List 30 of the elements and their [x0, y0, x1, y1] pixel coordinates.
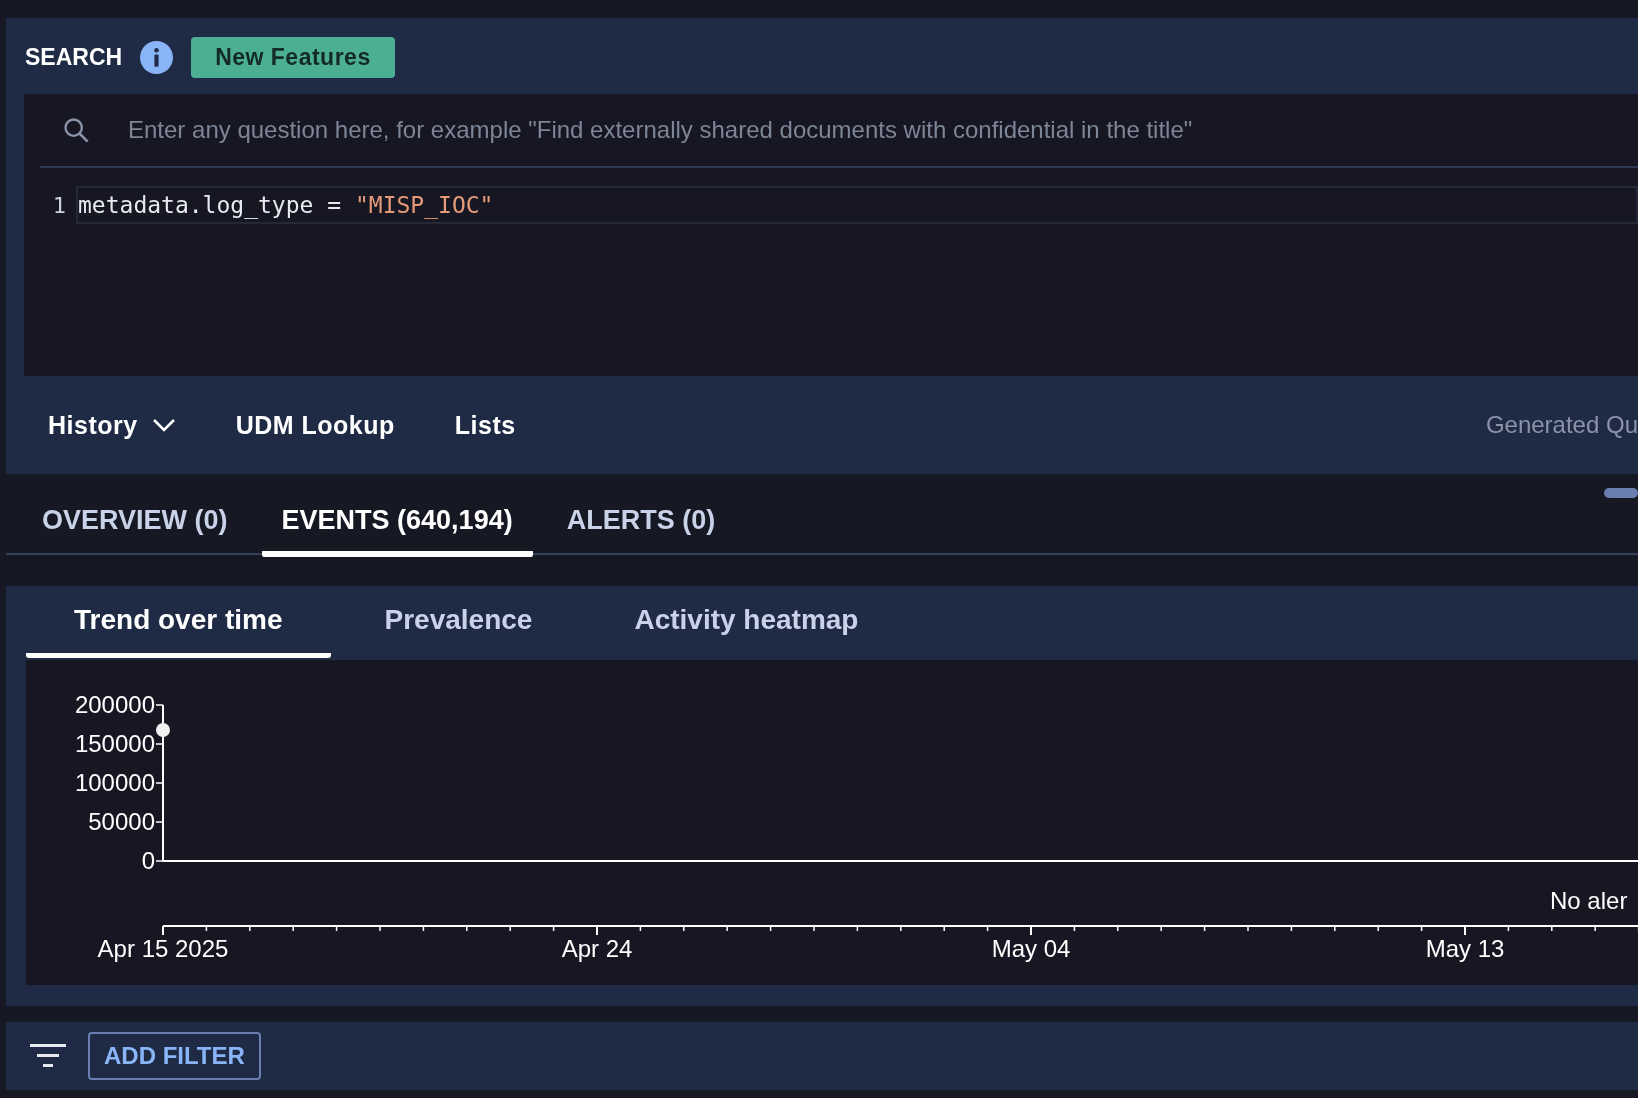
search-icon: [62, 116, 90, 144]
y-tick-label: 200000: [74, 691, 155, 718]
y-tick-label: 0: [141, 847, 155, 874]
data-point[interactable]: [156, 722, 170, 737]
view-tab[interactable]: Prevalence: [336, 586, 581, 658]
x-tick-label: Apr 24: [561, 935, 633, 962]
toolbar-link[interactable]: Lists: [454, 406, 516, 444]
history-dropdown[interactable]: History: [48, 406, 176, 444]
info-icon[interactable]: [140, 40, 174, 74]
y-tick-label: 50000: [88, 808, 155, 835]
filter-icon[interactable]: [30, 1043, 66, 1069]
new-features-badge[interactable]: New Features: [191, 36, 395, 78]
panel-title: SEARCH: [25, 43, 123, 71]
toolbar-link[interactable]: UDM Lookup: [235, 406, 395, 444]
chart-note: No aler: [1550, 887, 1628, 914]
tab[interactable]: EVENTS (640,194): [261, 490, 533, 557]
generated-query-label[interactable]: Generated Qu: [1485, 411, 1638, 439]
caret-icon: [151, 417, 176, 433]
x-tick-label: Apr 15 2025: [97, 935, 229, 962]
resize-handle[interactable]: [1604, 488, 1638, 498]
question-field[interactable]: Enter any question here, for example "Find externally shared documents with confidential in the title": [126, 115, 1638, 145]
y-tick-label: 150000: [74, 730, 155, 757]
add-filter-button[interactable]: ADD FILTER: [88, 1032, 261, 1080]
tab[interactable]: ALERTS (0): [546, 490, 736, 557]
x-tick-label: May 04: [991, 935, 1071, 962]
tab[interactable]: OVERVIEW (0): [22, 490, 248, 557]
y-tick-label: 100000: [74, 769, 155, 796]
view-tab[interactable]: Activity heatmap: [586, 586, 907, 658]
x-tick-label: May 13: [1425, 935, 1505, 962]
line-number: 1: [51, 192, 67, 218]
